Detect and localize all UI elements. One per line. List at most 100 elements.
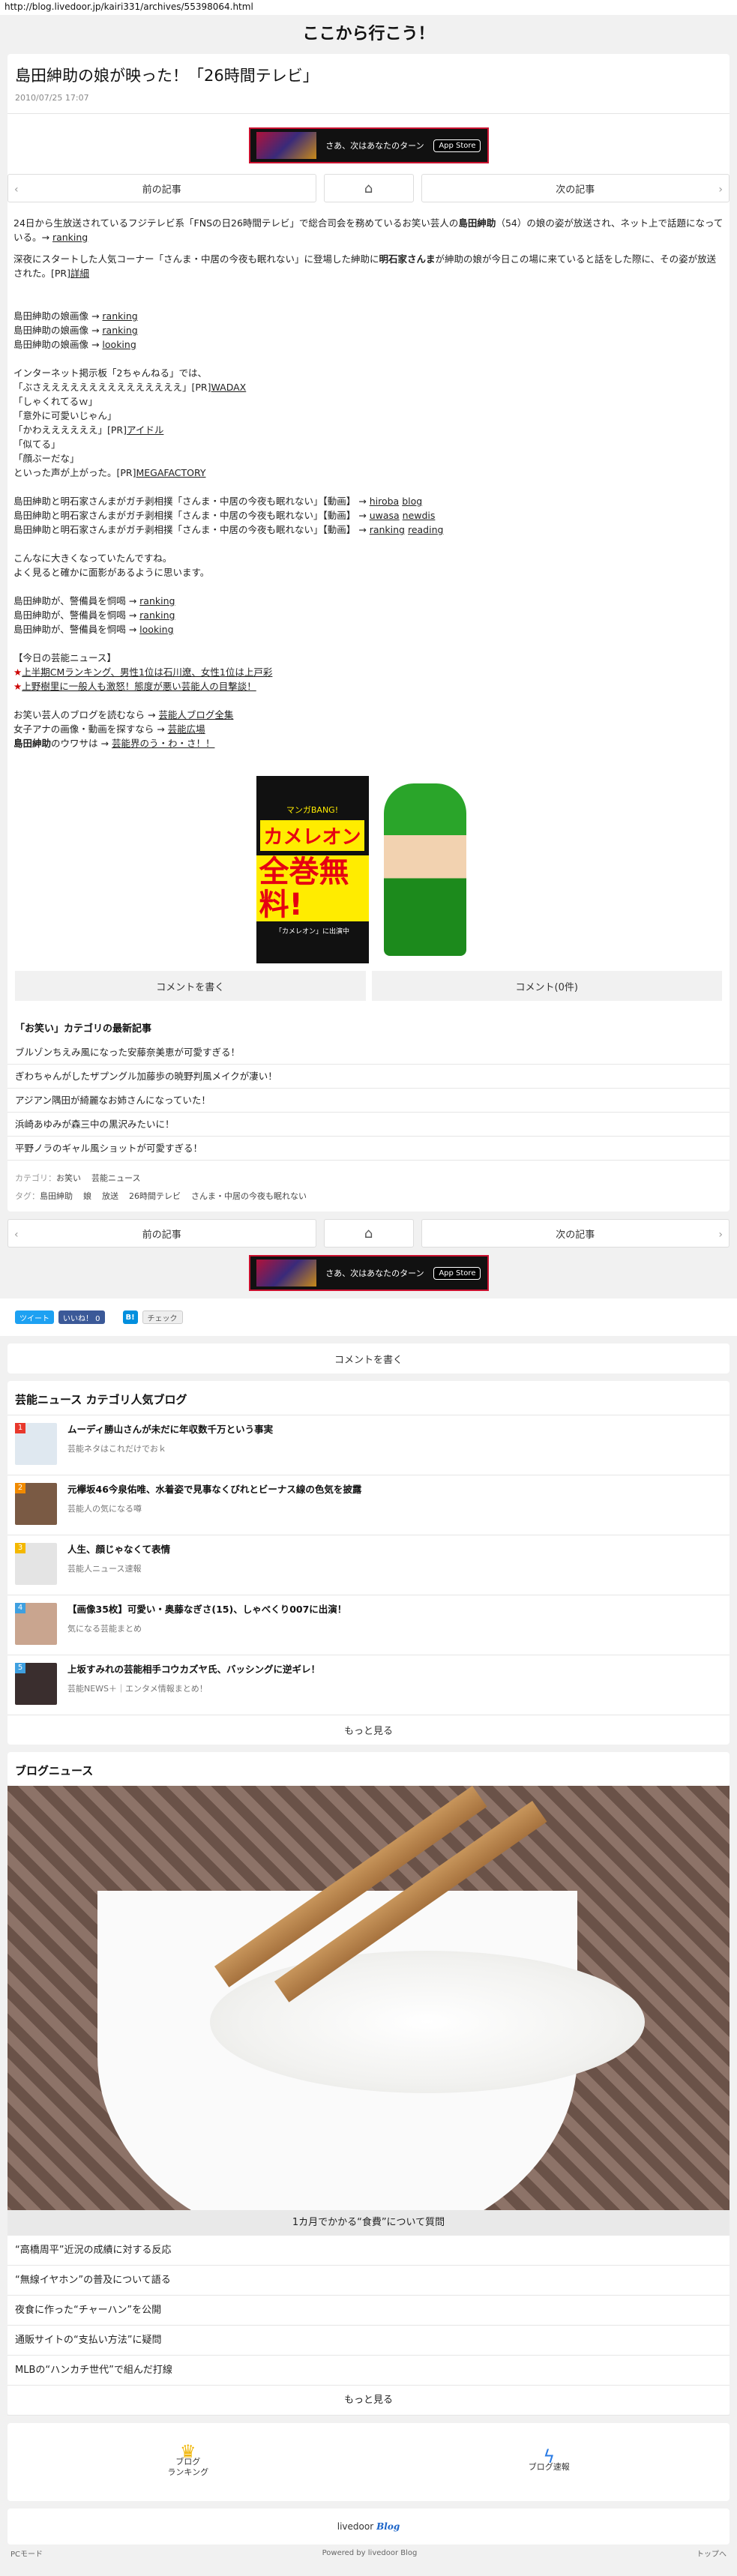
text: 島田紳助と明石家さんまがガチ剥相撲「さんま・中居の今夜も眠れない」【動画】 → <box>13 496 370 507</box>
category-link[interactable]: 芸能ニュース <box>91 1173 140 1183</box>
check-button[interactable]: チェック <box>142 1310 183 1324</box>
write-comment-bar[interactable]: コメントを書く <box>7 1343 730 1373</box>
manga-ad[interactable]: マンガBANG! カメレオン 全巻無料! 「カメレオン」に出演中 <box>256 776 481 963</box>
geino-hiroba-link[interactable]: 芸能広場 <box>168 723 205 735</box>
prev-article-button[interactable]: ‹ 前の記事 <box>7 1219 316 1248</box>
next-article-button[interactable]: 次の記事 › <box>421 1219 730 1248</box>
ranking-link[interactable]: ranking <box>139 610 175 621</box>
news-more-button[interactable]: もっと見る <box>7 2386 730 2416</box>
list-item[interactable]: 平野ノラのギャル風ショットが可愛すぎる！ <box>7 1137 730 1161</box>
ranking-link[interactable]: ranking <box>52 232 88 243</box>
tweet-button[interactable]: ツイート <box>15 1310 54 1324</box>
looking-link[interactable]: looking <box>102 339 136 350</box>
bullet-icon: ★ <box>13 666 22 678</box>
blog-ranking-button[interactable]: ♛ ブログ ランキング <box>7 2423 369 2501</box>
next-article-button[interactable]: 次の記事 › <box>421 174 730 202</box>
blog-news-section: ブログニュース <box>7 1752 730 1786</box>
geinin-blog-link[interactable]: 芸能人ブログ全集 <box>158 709 233 720</box>
body-paragraph: 深夜にスタートした人気コーナー「さんま・中居の今夜も眠れない」に登場した紳助に明… <box>13 252 724 280</box>
ranking-link[interactable]: ranking <box>102 310 137 322</box>
text: 島田紳助が、警備員を恫喝 → <box>13 595 140 607</box>
body-line: 「似てる」 <box>13 439 61 450</box>
uwasa-link[interactable]: uwasa <box>370 510 400 521</box>
today-news-link[interactable]: 上野樹里に一般人も激怒！態度が悪い芸能人の目撃談！ <box>22 681 256 692</box>
ranking-blog-name: 芸能ネタはこれだけでおｋ <box>67 1444 166 1454</box>
newdis-link[interactable]: newdis <box>403 510 436 521</box>
url-bar[interactable]: http://blog.livedoor.jp/kairi331/archive… <box>0 0 737 15</box>
ranking-item[interactable]: 5 上坂すみれの芸能相手コウカズヤ氏、バッシングに逆ギレ！ 芸能NEWS＋｜エンタ… <box>7 1655 730 1715</box>
facebook-like-button[interactable]: いいね！ 0 <box>58 1310 105 1324</box>
ranking-link[interactable]: ranking <box>370 524 405 535</box>
back-to-top-link[interactable]: トップへ <box>697 2548 727 2559</box>
wadax-link[interactable]: WADAX <box>211 382 246 393</box>
footer-line: 島田紳助のウワサは → 芸能界のう・わ・さ！！ <box>13 736 724 750</box>
list-item[interactable]: “高橋周平”近況の成績に対する反応 <box>7 2236 730 2266</box>
video-line: 島田紳助と明石家さんまがガチ剥相撲「さんま・中居の今夜も眠れない」【動画】 → … <box>13 494 724 508</box>
uwasa-link[interactable]: 芸能界のう・わ・さ！！ <box>112 738 215 749</box>
ranking-item[interactable]: 2 元欅坂46今泉佑唯、水着姿で見事なくびれとビーナス線の色気を披露 芸能人の気に… <box>7 1475 730 1535</box>
list-item[interactable]: “無線イヤホン”の普及について語る <box>7 2266 730 2296</box>
today-news-item: ★上半期CMランキング、男性1位は石川遼、女性1位は上戸彩 <box>13 665 724 679</box>
ranking-link[interactable]: ranking <box>139 595 175 607</box>
tag-link[interactable]: 放送 <box>102 1191 118 1201</box>
category-link[interactable]: お笑い <box>56 1173 81 1183</box>
tag-link[interactable]: 26時間テレビ <box>129 1191 181 1201</box>
megafactory-link[interactable]: MEGAFACTORY <box>136 467 205 478</box>
home-button[interactable]: ⌂ <box>323 174 414 202</box>
today-news-heading: 【今日の芸能ニュース】 <box>13 652 116 663</box>
tag-link[interactable]: さんま・中居の今夜も眠れない <box>191 1191 307 1201</box>
hatena-bookmark-button[interactable]: B! <box>122 1310 138 1324</box>
body-line: 「しゃくれてるｗ」 <box>13 396 98 407</box>
tag-link[interactable]: 島田紳助 <box>40 1191 73 1201</box>
body-line: こんなに大きくなっていたんですね。 <box>13 553 172 564</box>
text: といった声が上がった。[PR] <box>13 467 136 478</box>
detail-link[interactable]: 詳細 <box>70 268 89 279</box>
ranking-text: ムーディ勝山さんが未だに年収数千万という事実 芸能ネタはこれだけでおｋ <box>67 1423 273 1467</box>
list-item[interactable]: 通販サイトの“支払い方法”に疑問 <box>7 2326 730 2356</box>
bottom-banner-ad[interactable]: さあ、次はあなたのターン App Store <box>248 1255 489 1291</box>
today-news-link[interactable]: 上半期CMランキング、男性1位は石川遼、女性1位は上戸彩 <box>22 666 272 678</box>
article-tags: カテゴリ：お笑い 芸能ニュース タグ：島田紳助娘 放送 26時間テレビ さんま・中居の今… <box>7 1161 730 1206</box>
ad-character-image <box>383 783 466 956</box>
blog-news-button[interactable]: ϟ ブログ速報 <box>369 2423 730 2501</box>
guard-line: 島田紳助が、警備員を恫喝 → ranking <box>13 594 724 608</box>
list-item[interactable]: アジアン隅田が綺麗なお姉さんになっていた！ <box>7 1089 730 1113</box>
looking-link[interactable]: looking <box>139 624 173 635</box>
list-item[interactable]: 浜崎あゆみが森三中の黒沢みたいに！ <box>7 1113 730 1137</box>
thumbnail: 4 <box>15 1603 57 1645</box>
news-feature-image[interactable]: 1カ月でかかる“食費”について質問 <box>7 1786 730 2236</box>
ranking-item[interactable]: 3 人生、顔じゃなくて表情 芸能人ニュース速報 <box>7 1535 730 1595</box>
bottom-bar: PCモード Powered by livedoor Blog トップへ <box>0 2530 737 2576</box>
ranking-item[interactable]: 1 ムーディ勝山さんが未だに年収数千万という事実 芸能ネタはこれだけでおｋ <box>7 1415 730 1475</box>
thumbnail: 2 <box>15 1483 57 1525</box>
idol-link[interactable]: アイドル <box>127 424 163 436</box>
list-item[interactable]: ブルゾンちえみ風になった安藤奈美恵が可愛すぎる！ <box>7 1041 730 1065</box>
text: 島田紳助の娘画像 → <box>13 325 103 336</box>
footer-nav: ♛ ブログ ランキング ϟ ブログ速報 <box>7 2423 730 2501</box>
ranking-more-button[interactable]: もっと見る <box>7 1715 730 1745</box>
reading-link[interactable]: reading <box>408 524 443 535</box>
ranking-link[interactable]: ranking <box>102 325 137 336</box>
body-line: 「かわええええええ」[PR]アイドル <box>13 423 724 437</box>
ranking-item[interactable]: 4 【画像35枚】可愛い・奥藤なぎさ(15)、しゃべくり007に出演！ 気になる芸… <box>7 1595 730 1655</box>
blog-link[interactable]: blog <box>402 496 422 507</box>
tag-link[interactable]: 娘 <box>83 1191 91 1201</box>
top-banner-ad[interactable]: さあ、次はあなたのターン App Store <box>248 127 489 163</box>
list-item[interactable]: ぎわちゃんがしたザプングル加藤歩の暁野判風メイクが凄い！ <box>7 1065 730 1089</box>
pc-mode-link[interactable]: PCモード <box>10 2548 43 2559</box>
body-line: 「顔ぶーだな」 <box>13 453 79 464</box>
hiroba-link[interactable]: hiroba <box>370 496 400 507</box>
site-title[interactable]: ここから行こう！ <box>0 15 737 54</box>
label: ブログ速報 <box>528 2462 570 2472</box>
prev-article-button[interactable]: ‹ 前の記事 <box>7 174 316 202</box>
article-title: 島田紳助の娘が映った！「26時間テレビ」 <box>15 67 319 85</box>
comment-buttons: コメントを書く コメント(0件) <box>7 971 730 1001</box>
home-icon: ⌂ <box>364 180 373 196</box>
text: 「ぶさえええええええええええええええ」[PR] <box>13 382 211 393</box>
comment-count-button[interactable]: コメント(0件) <box>371 971 722 1001</box>
list-item[interactable]: 夜食に作った“チャーハン”を公開 <box>7 2296 730 2326</box>
image-line: 島田紳助の娘画像 → looking <box>13 337 724 352</box>
home-button[interactable]: ⌂ <box>323 1219 414 1248</box>
list-item[interactable]: MLBの“ハンカチ世代”で組んだ打線 <box>7 2356 730 2386</box>
write-comment-button[interactable]: コメントを書く <box>15 971 366 1001</box>
